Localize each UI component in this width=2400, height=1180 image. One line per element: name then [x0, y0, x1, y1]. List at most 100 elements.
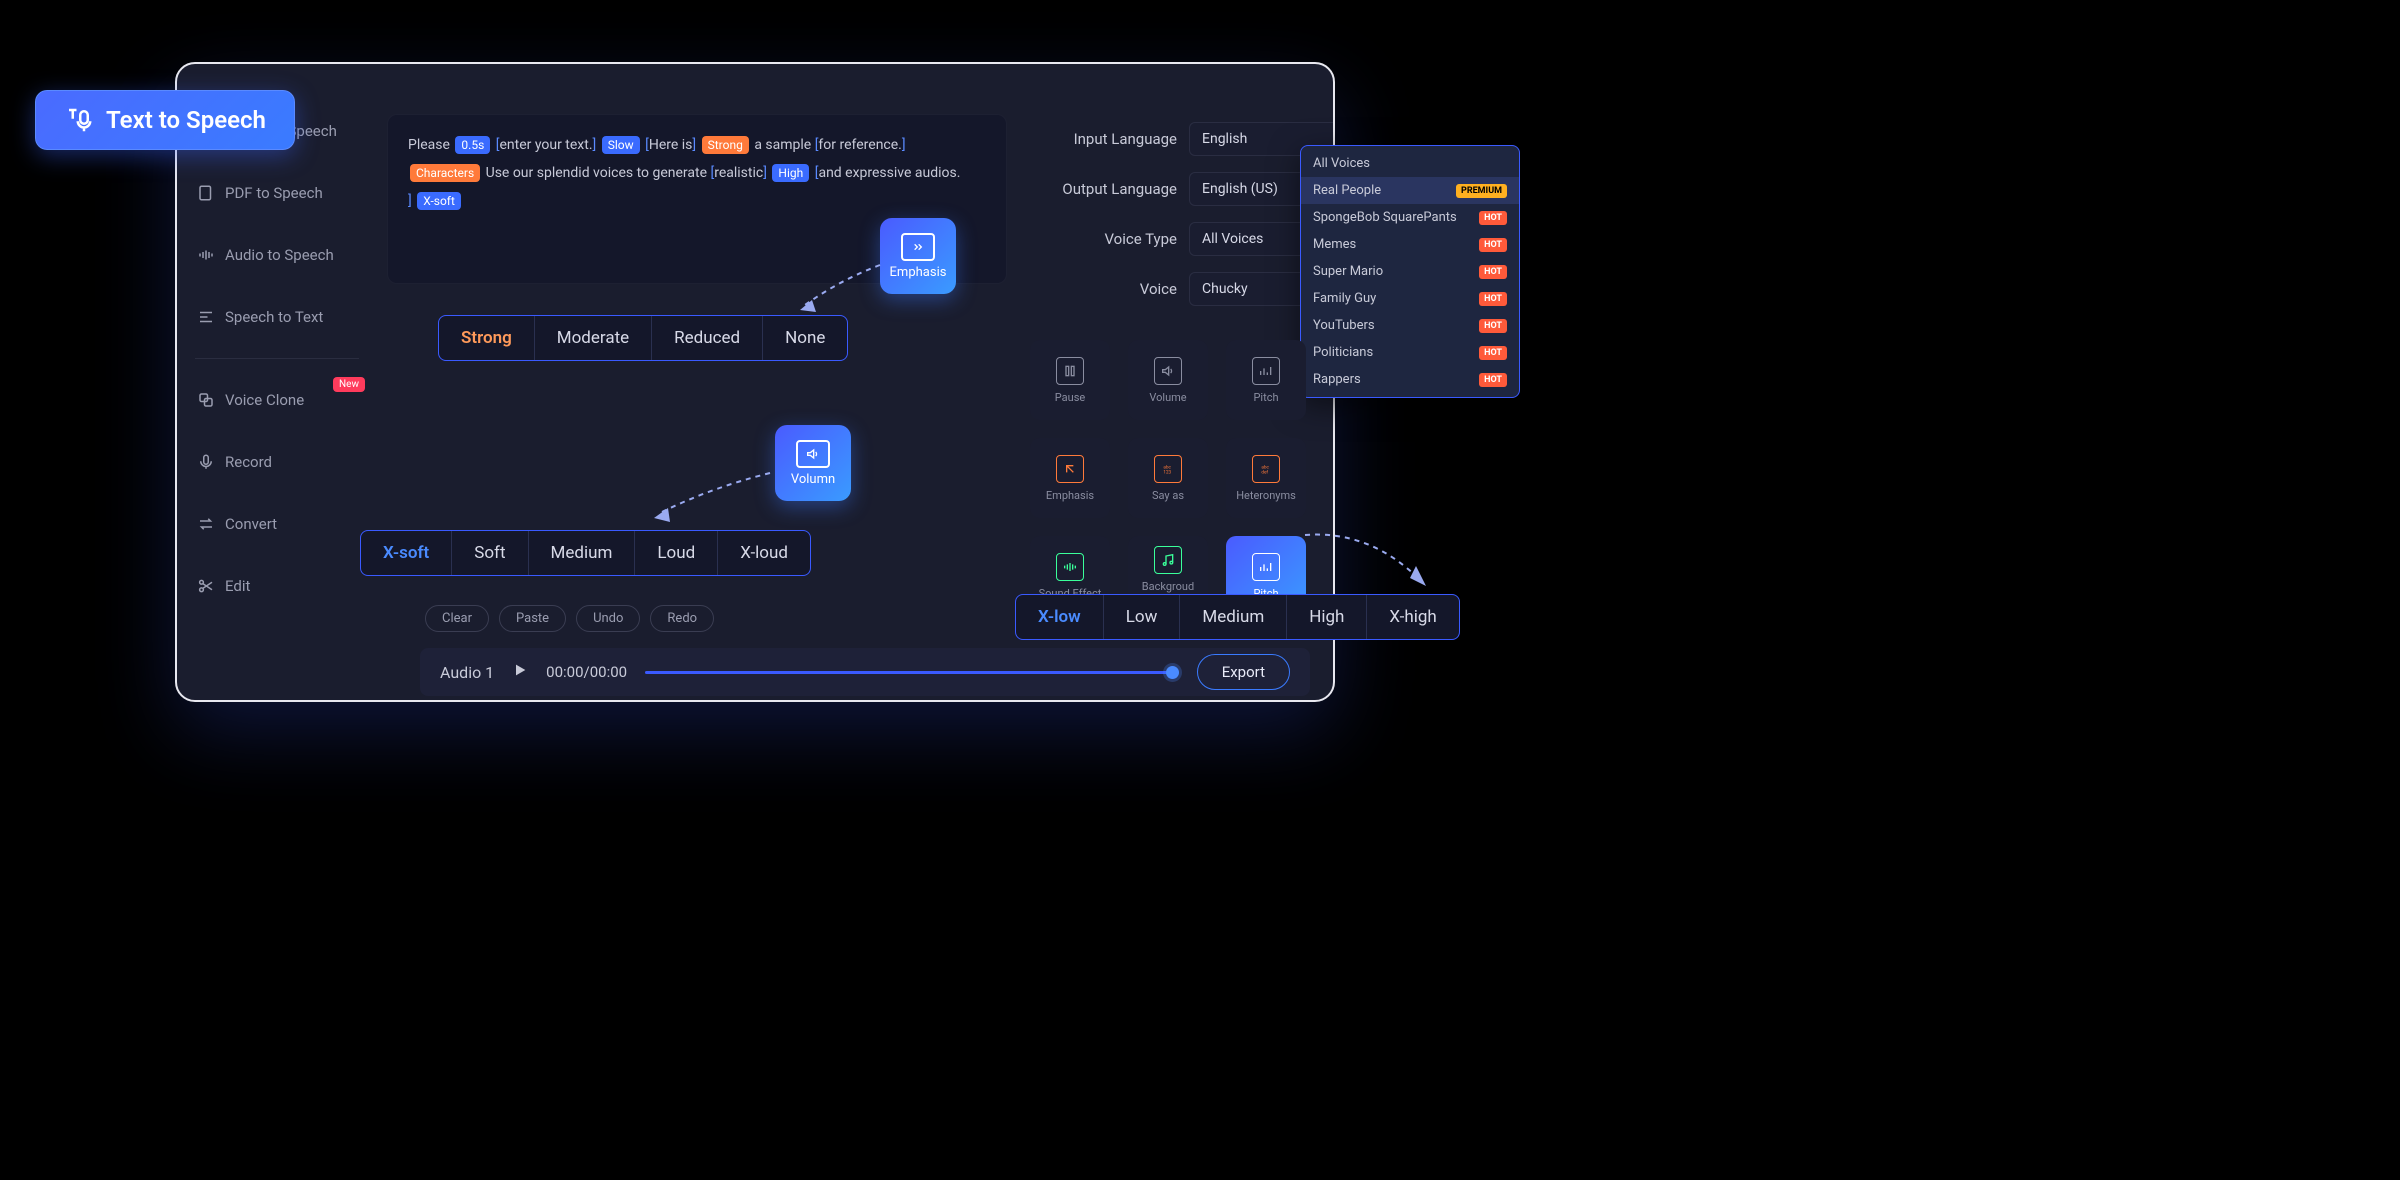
sidebar-item-audio-to-speech[interactable]: Audio to Speech — [177, 228, 377, 282]
tool-emphasis[interactable]: Emphasis — [1030, 438, 1110, 518]
slider-thumb[interactable] — [1166, 666, 1179, 679]
tile-label: Emphasis — [1046, 489, 1094, 502]
editor-text: a sample — [754, 137, 811, 153]
volume-xloud[interactable]: X-loud — [718, 531, 810, 575]
emphasis-none[interactable]: None — [763, 316, 847, 360]
sidebar-item-label: PDF to Speech — [225, 184, 323, 202]
dropdown-item-family-guy[interactable]: Family GuyHOT — [1301, 285, 1519, 312]
tool-volume[interactable]: Volume — [1128, 340, 1208, 420]
callout-label: Emphasis — [890, 265, 947, 280]
dropdown-item-rappers[interactable]: RappersHOT — [1301, 366, 1519, 393]
volume-tag[interactable]: X-soft — [417, 192, 461, 210]
emphasis-icon — [901, 233, 935, 261]
bracket: ] — [692, 137, 696, 153]
voice-row: Voice Chucky — [1027, 272, 1335, 306]
pitch-xlow[interactable]: X-low — [1016, 595, 1104, 639]
volume-loud[interactable]: Loud — [635, 531, 718, 575]
tool-say-as[interactable]: abc123 Say as — [1128, 438, 1208, 518]
premium-badge: PREMIUM — [1456, 184, 1507, 198]
editor-actions: Clear Paste Undo Redo — [425, 605, 714, 632]
time-display: 00:00/00:00 — [546, 663, 627, 681]
pdf-icon — [197, 184, 215, 202]
clone-icon — [197, 391, 215, 409]
hot-badge: HOT — [1479, 319, 1507, 333]
dropdown-item-memes[interactable]: Memes HOT — [1301, 231, 1519, 258]
emphasis-tag[interactable]: Strong — [702, 136, 749, 154]
audio-icon — [197, 246, 215, 264]
tile-label: Say as — [1152, 489, 1184, 502]
tile-label: Pause — [1055, 391, 1085, 404]
text-to-speech-badge: Text to Speech — [35, 90, 295, 150]
text-icon — [197, 308, 215, 326]
pitch-xhigh[interactable]: X-high — [1367, 595, 1458, 639]
sidebar-item-record[interactable]: Record — [177, 435, 377, 489]
voice-label: Voice — [1027, 280, 1177, 298]
dropdown-item-super-mario[interactable]: Super MarioHOT — [1301, 258, 1519, 285]
dropdown-label: All Voices — [1313, 156, 1370, 171]
pitch-icon — [1252, 357, 1280, 385]
dropdown-label: Politicians — [1313, 345, 1373, 360]
sidebar-item-edit[interactable]: Edit — [177, 559, 377, 613]
editor-text: and expressive audios. — [818, 165, 960, 181]
heteronyms-icon: abcdef — [1252, 455, 1280, 483]
tool-heteronyms[interactable]: abcdefHeteronyms — [1226, 438, 1306, 518]
volume-soft[interactable]: Soft — [452, 531, 528, 575]
output-language-row: Output Language English (US) — [1027, 172, 1335, 206]
volume-callout: Volumn — [775, 425, 851, 501]
svg-text:abc: abc — [1261, 464, 1269, 470]
emphasis-moderate[interactable]: Moderate — [535, 316, 652, 360]
pause-tag[interactable]: 0.5s — [455, 136, 490, 154]
sidebar-item-pdf-to-speech[interactable]: PDF to Speech — [177, 166, 377, 220]
dropdown-label: SpongeBob SquarePants — [1313, 210, 1457, 225]
redo-button[interactable]: Redo — [650, 605, 714, 632]
voice-type-label: Voice Type — [1027, 230, 1177, 248]
tile-label: Pitch — [1253, 391, 1278, 404]
bracket: ] — [408, 193, 412, 209]
dropdown-item-politicians[interactable]: PoliticiansHOT — [1301, 339, 1519, 366]
sidebar: Image to Speech PDF to Speech Audio to S… — [177, 94, 377, 623]
emphasis-options: Strong Moderate Reduced None — [438, 315, 848, 361]
pause-icon — [1056, 357, 1084, 385]
pitch-medium[interactable]: Medium — [1180, 595, 1287, 639]
dropdown-item-youtubers[interactable]: YouTubers HOT — [1301, 312, 1519, 339]
tool-pitch[interactable]: Pitch — [1226, 340, 1306, 420]
speed-tag[interactable]: Slow — [602, 136, 640, 154]
emphasis-strong[interactable]: Strong — [439, 316, 535, 360]
sidebar-item-label: Edit — [225, 577, 250, 595]
volume-icon — [796, 440, 830, 468]
sidebar-item-label: Audio to Speech — [225, 246, 334, 264]
sayas-icon: abc123 — [1154, 455, 1182, 483]
progress-slider[interactable] — [645, 671, 1179, 674]
play-button[interactable] — [512, 662, 528, 682]
pitch-low[interactable]: Low — [1104, 595, 1181, 639]
new-badge: New — [333, 377, 365, 392]
svg-text:abc: abc — [1163, 464, 1171, 470]
pitch-high[interactable]: High — [1287, 595, 1367, 639]
paste-button[interactable]: Paste — [499, 605, 566, 632]
hot-badge: HOT — [1479, 373, 1507, 387]
voice-type-dropdown[interactable]: All Voices Real PeoplePREMIUM SpongeBob … — [1300, 145, 1520, 398]
characters-tag[interactable]: Characters — [410, 164, 480, 182]
dropdown-label: Memes — [1313, 237, 1356, 252]
dropdown-label: Family Guy — [1313, 291, 1376, 306]
editor-text: realistic — [714, 165, 763, 181]
dropdown-label: YouTubers — [1313, 318, 1375, 333]
emphasis-reduced[interactable]: Reduced — [652, 316, 763, 360]
dropdown-item-spongebob[interactable]: SpongeBob SquarePantsHOT — [1301, 204, 1519, 231]
pitch-tag[interactable]: High — [772, 164, 809, 182]
volume-icon — [1154, 357, 1182, 385]
hot-badge: HOT — [1479, 238, 1507, 252]
sidebar-item-voice-clone[interactable]: Voice Clone New — [177, 373, 377, 427]
editor-text: Please — [408, 137, 450, 153]
sidebar-item-convert[interactable]: Convert — [177, 497, 377, 551]
undo-button[interactable]: Undo — [576, 605, 640, 632]
clear-button[interactable]: Clear — [425, 605, 489, 632]
remaining-characters: Remaining characte — [1027, 94, 1335, 110]
tool-pause[interactable]: Pause — [1030, 340, 1110, 420]
dropdown-item-real-people[interactable]: Real PeoplePREMIUM — [1301, 177, 1519, 204]
volume-medium[interactable]: Medium — [529, 531, 636, 575]
sidebar-item-speech-to-text[interactable]: Speech to Text — [177, 290, 377, 344]
volume-xsoft[interactable]: X-soft — [361, 531, 452, 575]
dropdown-item-all-voices[interactable]: All Voices — [1301, 150, 1519, 177]
export-button[interactable]: Export — [1197, 654, 1290, 690]
